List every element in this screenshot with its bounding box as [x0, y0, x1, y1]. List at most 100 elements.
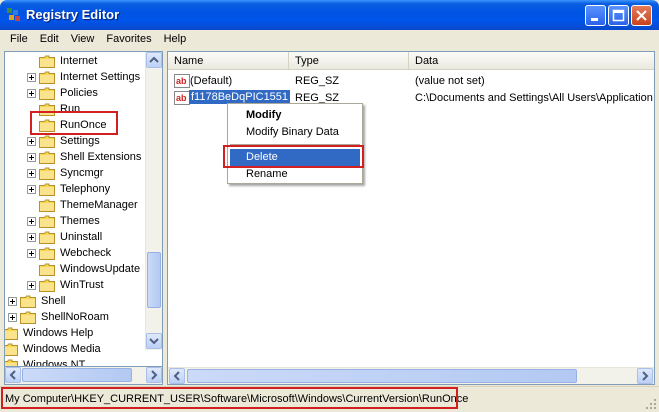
resize-grip-icon[interactable]	[645, 398, 657, 410]
column-name[interactable]: Name	[168, 52, 289, 70]
list-horizontal-scrollbar[interactable]	[168, 367, 654, 384]
minimize-button[interactable]	[585, 5, 606, 26]
folder-icon	[39, 279, 55, 292]
tree-item-label: Internet	[60, 55, 98, 67]
tree-item-label: Shell Extensions	[60, 151, 142, 163]
registry-tree[interactable]: Internet Internet Settings Policies Run RunO…	[4, 51, 163, 367]
tree-item[interactable]: Telephony	[5, 182, 146, 198]
tree-item[interactable]: Internet Settings	[5, 70, 146, 86]
string-value-icon: ab	[174, 74, 190, 88]
expand-toggle-icon[interactable]	[27, 153, 36, 162]
expand-toggle-icon[interactable]	[8, 297, 17, 306]
tree-item-label: Windows Media	[23, 343, 101, 355]
folder-icon	[39, 183, 55, 196]
folder-icon	[39, 87, 55, 100]
tree-item[interactable]: Uninstall	[5, 230, 146, 246]
tree-item-label: Windows NT	[23, 359, 86, 367]
menu-item-modify[interactable]: Modify	[230, 107, 360, 124]
value-data: C:\Documents and Settings\All Users\Appl…	[415, 92, 655, 104]
chevron-down-icon	[149, 338, 159, 345]
tree-item-label: ShellNoRoam	[41, 311, 109, 323]
column-type[interactable]: Type	[289, 52, 409, 70]
list-item[interactable]: ab (Default) REG_SZ (value not set)	[172, 73, 652, 90]
delete-highlight-box	[223, 145, 364, 168]
menu-favorites[interactable]: Favorites	[100, 30, 157, 49]
tree-item[interactable]: Windows NT	[5, 358, 146, 367]
maximize-button[interactable]	[608, 5, 629, 26]
close-button[interactable]	[631, 5, 652, 26]
menu-item-modify-binary[interactable]: Modify Binary Data	[230, 124, 360, 141]
tree-item[interactable]: ThemeManager	[5, 198, 146, 214]
menu-item-rename[interactable]: Rename	[230, 166, 360, 183]
tree-item[interactable]: ShellNoRoam	[5, 310, 146, 326]
status-highlight-box	[1, 387, 458, 409]
expand-toggle-icon[interactable]	[27, 249, 36, 258]
svg-text:ab: ab	[176, 76, 187, 86]
tree-item[interactable]: WinTrust	[5, 278, 146, 294]
tree-item[interactable]: Internet	[5, 54, 146, 70]
scroll-right-button[interactable]	[637, 368, 653, 384]
folder-icon	[39, 135, 55, 148]
chevron-up-icon	[149, 56, 159, 63]
menu-bar: File Edit View Favorites Help	[4, 30, 655, 49]
tree-item[interactable]: Shell	[5, 294, 146, 310]
scroll-left-button[interactable]	[5, 367, 21, 383]
menu-help[interactable]: Help	[158, 30, 193, 49]
expand-toggle-icon[interactable]	[27, 89, 36, 98]
minimize-icon	[591, 18, 598, 21]
tree-item-label: Policies	[60, 87, 98, 99]
expand-toggle-icon[interactable]	[27, 169, 36, 178]
scroll-left-button[interactable]	[169, 368, 185, 384]
h-scroll-thumb[interactable]	[22, 368, 132, 382]
folder-icon	[39, 199, 55, 212]
expand-toggle-icon[interactable]	[27, 217, 36, 226]
tree-item[interactable]: Webcheck	[5, 246, 146, 262]
value-data: (value not set)	[415, 75, 485, 87]
values-list[interactable]: Name Type Data ab (Default) REG_SZ (valu…	[167, 51, 655, 385]
expand-toggle-icon[interactable]	[27, 185, 36, 194]
folder-icon	[5, 359, 18, 366]
folder-icon	[20, 311, 36, 324]
title-bar[interactable]: Registry Editor	[0, 0, 659, 30]
tree-item[interactable]: Themes	[5, 214, 146, 230]
tree-item-label: WinTrust	[60, 279, 104, 291]
expand-toggle-icon[interactable]	[27, 137, 36, 146]
tree-item-label: Webcheck	[60, 247, 112, 259]
expand-toggle-icon[interactable]	[27, 233, 36, 242]
scroll-thumb[interactable]	[147, 252, 161, 308]
scroll-down-button[interactable]	[146, 333, 162, 349]
chevron-left-icon	[173, 371, 180, 381]
tree-item[interactable]: Policies	[5, 86, 146, 102]
maximize-icon	[612, 9, 625, 22]
expand-toggle-icon[interactable]	[27, 73, 36, 82]
folder-icon	[39, 231, 55, 244]
expand-toggle-icon[interactable]	[8, 313, 17, 322]
tree-item[interactable]: Syncmgr	[5, 166, 146, 182]
tree-item[interactable]: WindowsUpdate	[5, 262, 146, 278]
folder-icon	[39, 167, 55, 180]
scroll-up-button[interactable]	[146, 52, 162, 68]
menu-edit[interactable]: Edit	[34, 30, 65, 49]
tree-horizontal-scrollbar[interactable]	[4, 367, 163, 385]
close-icon	[636, 10, 647, 21]
folder-icon	[39, 263, 55, 276]
expand-toggle-icon[interactable]	[27, 281, 36, 290]
chevron-right-icon	[151, 370, 158, 380]
tree-item[interactable]: Windows Help	[5, 326, 146, 342]
menu-file[interactable]: File	[4, 30, 34, 49]
tree-item[interactable]: Windows Media	[5, 342, 146, 358]
tree-vertical-scrollbar[interactable]	[145, 52, 162, 350]
tree-item[interactable]: Settings	[5, 134, 146, 150]
column-data[interactable]: Data	[409, 52, 654, 70]
scroll-right-button[interactable]	[146, 367, 162, 383]
value-name: f1178BeDqPIC1551	[189, 90, 291, 104]
tree-item-label: WindowsUpdate	[60, 263, 141, 275]
tree-item[interactable]: Shell Extensions	[5, 150, 146, 166]
tree-item-label: Telephony	[60, 183, 111, 195]
h-scroll-thumb[interactable]	[187, 369, 577, 383]
context-menu: Modify Modify Binary Data Delete Rename	[227, 103, 363, 184]
chevron-right-icon	[642, 371, 649, 381]
tree-item-label: ThemeManager	[60, 199, 138, 211]
menu-view[interactable]: View	[65, 30, 101, 49]
folder-icon	[39, 55, 55, 68]
